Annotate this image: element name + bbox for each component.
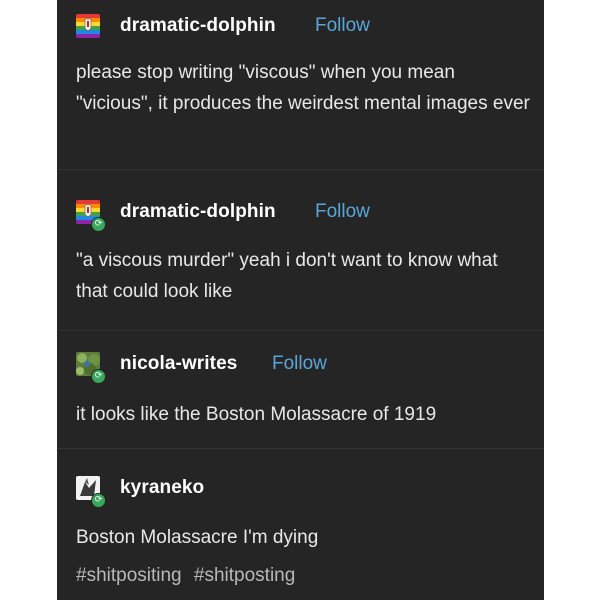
post-header: ⟳ kyraneko (57, 476, 544, 508)
post-text: please stop writing "viscous" when you m… (76, 62, 530, 114)
divider (57, 448, 544, 449)
divider (57, 330, 544, 331)
post-text: "a viscous murder" yeah i don't want to … (76, 250, 498, 302)
follow-button[interactable]: Follow (315, 15, 370, 37)
reblog-icon: ⟳ (91, 217, 106, 232)
reblog-icon: ⟳ (91, 369, 106, 384)
post-header: ⟳ nicola-writes Follow (57, 352, 544, 384)
reblog-icon: ⟳ (91, 493, 106, 508)
post-header: ⟳ dramatic-dolphin Follow (57, 200, 544, 232)
divider (57, 169, 544, 170)
follow-button[interactable]: Follow (315, 201, 370, 223)
username[interactable]: dramatic-dolphin (120, 15, 276, 37)
post-thread: dramatic-dolphin Follow please stop writ… (57, 0, 544, 600)
post-text: it looks like the Boston Molassacre of 1… (76, 404, 437, 425)
username[interactable]: nicola-writes (120, 353, 237, 375)
post-header: dramatic-dolphin Follow (57, 14, 544, 44)
tag[interactable]: #shitposting (194, 565, 295, 586)
username[interactable]: kyraneko (120, 477, 204, 499)
avatar[interactable] (76, 14, 100, 38)
tag-list: #shitpositing #shitposting (76, 565, 302, 587)
username[interactable]: dramatic-dolphin (120, 201, 276, 223)
tag[interactable]: #shitpositing (76, 565, 182, 586)
follow-button[interactable]: Follow (272, 353, 327, 375)
post-text: Boston Molassacre I'm dying (76, 527, 319, 548)
